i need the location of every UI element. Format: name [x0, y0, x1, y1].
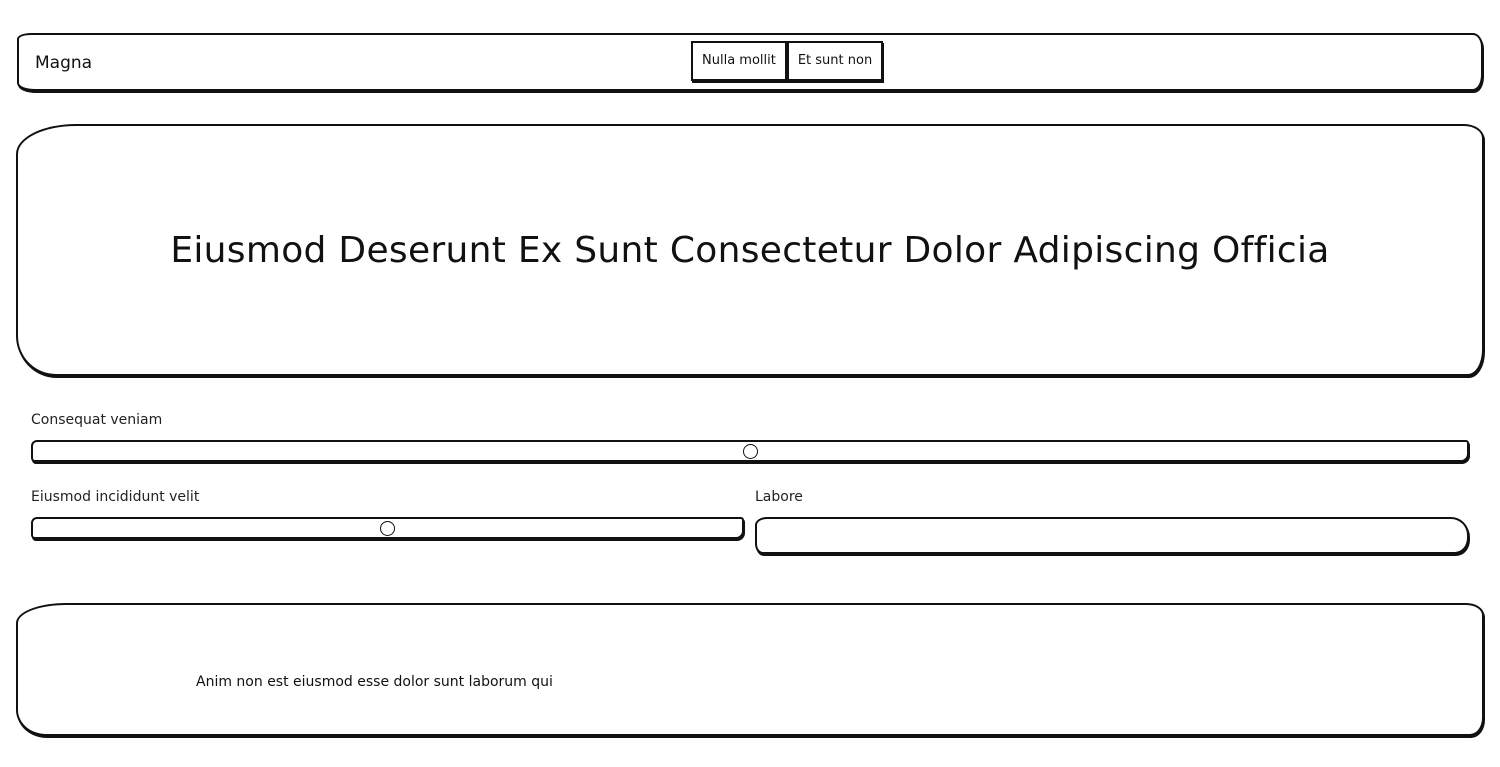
- footer-panel: Anim non est eiusmod esse dolor sunt lab…: [16, 603, 1484, 736]
- nav-group: Nulla mollit Et sunt non: [691, 41, 884, 81]
- hero-panel: Eiusmod Deserunt Ex Sunt Consectetur Dol…: [16, 124, 1484, 376]
- slider-consequat[interactable]: [31, 440, 1469, 462]
- top-navbar: Magna Nulla mollit Et sunt non: [17, 33, 1483, 91]
- nav-button-nulla-mollit[interactable]: Nulla mollit: [691, 41, 787, 81]
- hero-title: Eiusmod Deserunt Ex Sunt Consectetur Dol…: [170, 229, 1330, 271]
- labore-label: Labore: [755, 489, 803, 505]
- slider-eiusmod[interactable]: [31, 517, 744, 539]
- slider-eiusmod-label: Eiusmod incididunt velit: [31, 489, 200, 505]
- slider-eiusmod-thumb[interactable]: [380, 521, 395, 536]
- nav-button-et-sunt-non[interactable]: Et sunt non: [786, 41, 884, 81]
- slider-consequat-thumb[interactable]: [742, 444, 758, 459]
- footer-text: Anim non est eiusmod esse dolor sunt lab…: [196, 674, 553, 690]
- labore-input[interactable]: [755, 517, 1469, 554]
- slider-consequat-label: Consequat veniam: [31, 412, 163, 428]
- brand-label: Magna: [35, 53, 93, 73]
